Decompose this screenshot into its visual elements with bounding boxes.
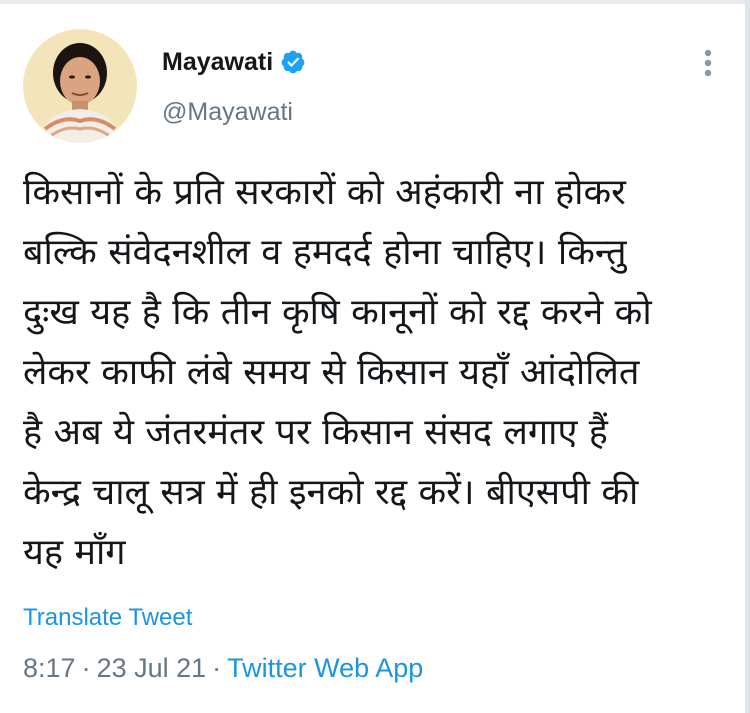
avatar[interactable]	[23, 29, 137, 143]
top-border	[0, 0, 750, 4]
tweet-meta: 8:17 · 23 Jul 21 · Twitter Web App	[23, 653, 423, 684]
translate-tweet-link[interactable]: Translate Tweet	[23, 604, 192, 632]
tweet-text: किसानों के प्रति सरकारों को अहंकारी ना ह…	[23, 172, 652, 573]
display-name[interactable]: Mayawati	[162, 48, 273, 77]
scrollbar-track[interactable]	[745, 0, 750, 713]
tweet-date[interactable]: 23 Jul 21	[97, 653, 207, 683]
verified-badge-icon	[281, 50, 305, 74]
tweet-time[interactable]: 8:17	[23, 653, 76, 683]
meta-separator: ·	[81, 653, 91, 683]
user-handle[interactable]: @Mayawati	[162, 98, 293, 127]
meta-separator: ·	[212, 653, 222, 683]
more-options-icon[interactable]	[702, 48, 714, 78]
display-name-row: Mayawati	[162, 44, 306, 80]
tweet-source-link[interactable]: Twitter Web App	[227, 653, 423, 683]
